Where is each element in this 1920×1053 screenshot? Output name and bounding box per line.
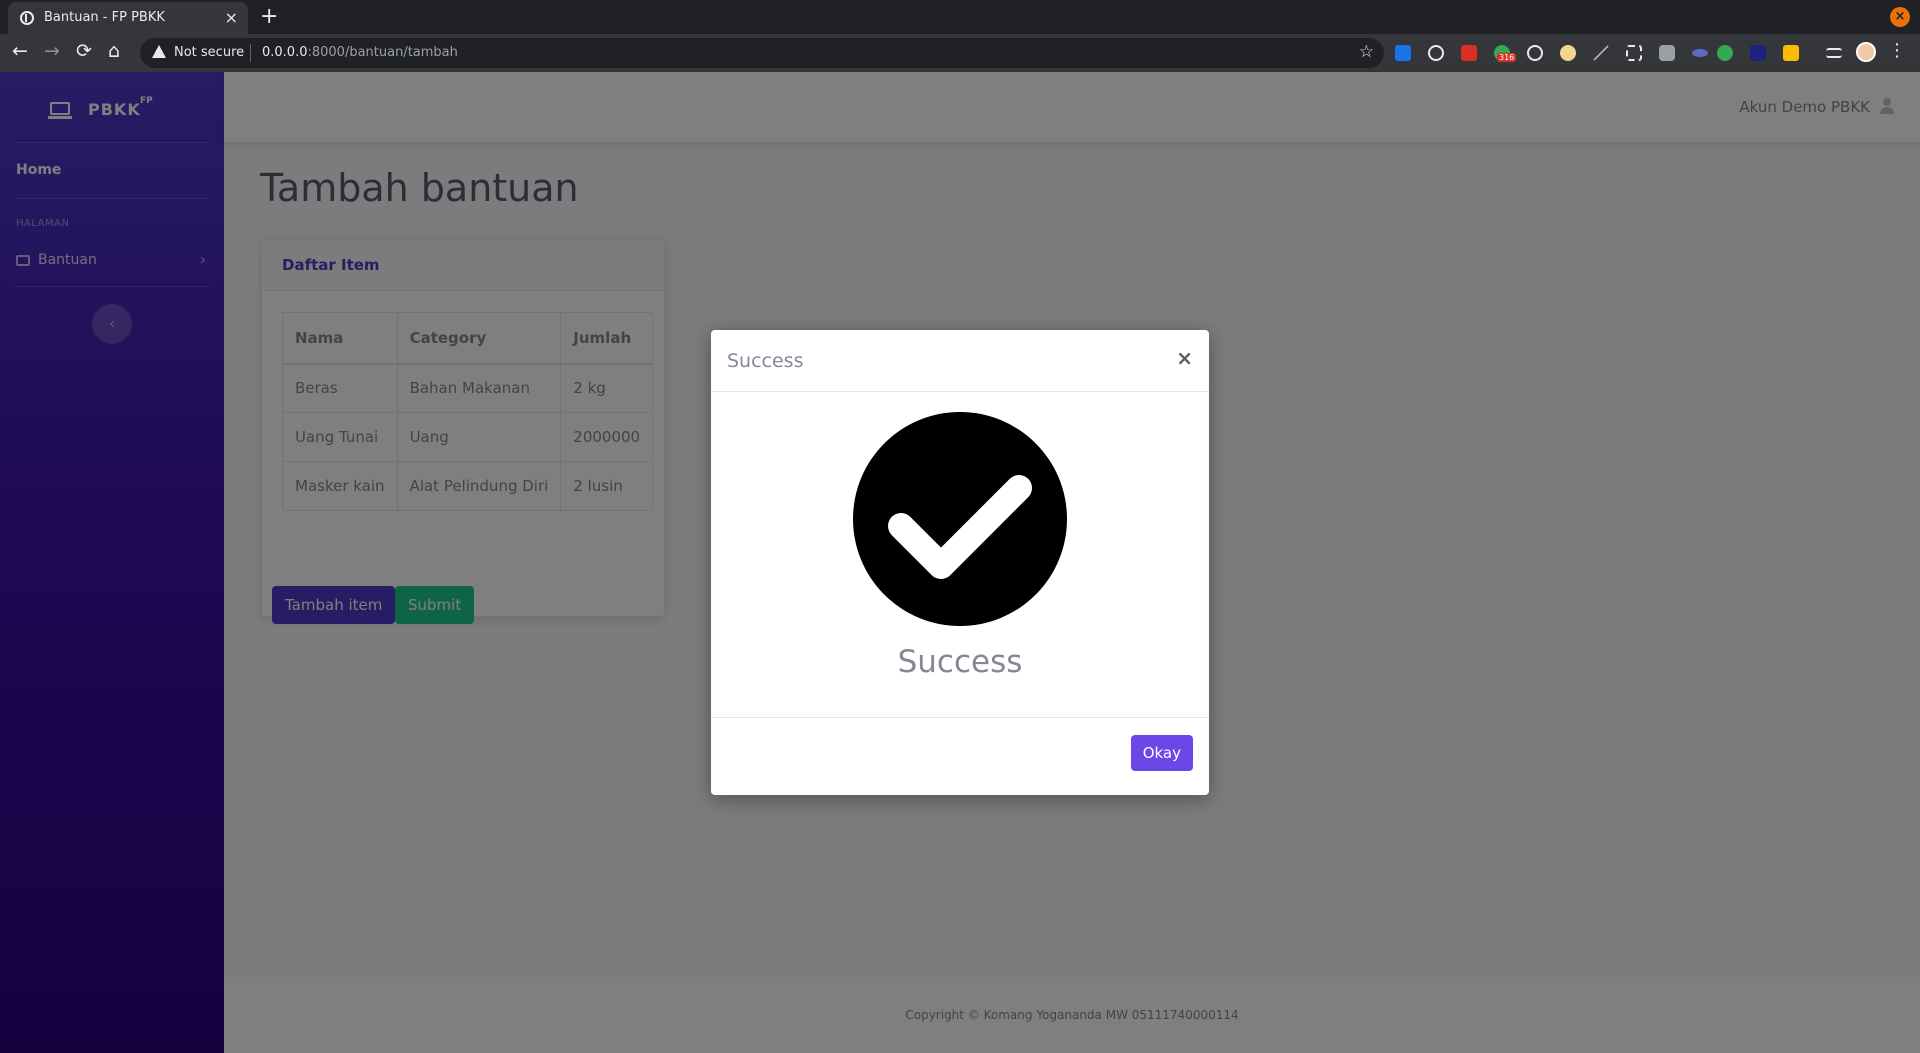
modal-footer: Okay	[711, 717, 1209, 795]
reload-icon[interactable]: ⟳	[76, 40, 92, 62]
cookie-icon[interactable]	[1560, 45, 1576, 61]
url-text[interactable]: 0.0.0.0:8000/bantuan/tambah	[262, 45, 458, 60]
url-separator	[250, 44, 251, 62]
color-icon[interactable]	[1717, 45, 1733, 61]
new-tab-button[interactable]: +	[260, 4, 278, 29]
security-label[interactable]: Not secure	[174, 45, 244, 60]
playlist-icon[interactable]	[1826, 48, 1842, 58]
crop-icon[interactable]	[1626, 45, 1642, 61]
forward-icon[interactable]: →	[44, 40, 60, 62]
profile-avatar[interactable]	[1856, 42, 1876, 62]
react-devtools-icon[interactable]	[1428, 45, 1444, 61]
browser-menu-icon[interactable]: ⋮	[1888, 40, 1906, 61]
modal-header: Success ×	[711, 330, 1209, 392]
home-icon[interactable]: ⌂	[108, 40, 120, 62]
s-extension-icon[interactable]	[1395, 45, 1411, 61]
bookmark-star-icon[interactable]: ☆	[1359, 42, 1374, 62]
close-icon[interactable]: ×	[1176, 346, 1193, 370]
check-circle-icon	[853, 412, 1067, 626]
browser-tab[interactable]: Bantuan - FP PBKK ×	[8, 2, 248, 34]
camera-icon[interactable]	[1659, 45, 1675, 61]
note-icon[interactable]	[1783, 45, 1799, 61]
extension-badge: 316	[1497, 53, 1517, 62]
back-icon[interactable]: ←	[12, 40, 28, 62]
php-icon[interactable]	[1692, 49, 1708, 57]
window-close-button[interactable]: ×	[1890, 7, 1910, 27]
pen-icon[interactable]	[1593, 45, 1609, 61]
globe-icon	[20, 11, 34, 25]
okay-button[interactable]: Okay	[1130, 735, 1193, 771]
browser-toolbar: ← → ⟳ ⌂ Not secure 0.0.0.0:8000/bantuan/…	[0, 34, 1920, 72]
address-bar[interactable]: Not secure 0.0.0.0:8000/bantuan/tambah ☆	[140, 38, 1384, 68]
modal-title: Success	[727, 350, 804, 372]
modal-message: Success	[897, 644, 1023, 680]
warning-icon	[152, 45, 166, 58]
tab-title: Bantuan - FP PBKK	[44, 10, 165, 25]
terminal-icon[interactable]	[1750, 45, 1766, 61]
red-extension-icon[interactable]	[1461, 45, 1477, 61]
tab-close-icon[interactable]: ×	[225, 8, 238, 27]
browser-tabbar: Bantuan - FP PBKK × + ×	[0, 0, 1920, 34]
success-modal: Success × Success Okay	[711, 330, 1209, 795]
globe-icon[interactable]	[1527, 45, 1543, 61]
app-root: PBKK FP Home HALAMAN Bantuan › ‹ Akun De…	[0, 72, 1920, 1053]
